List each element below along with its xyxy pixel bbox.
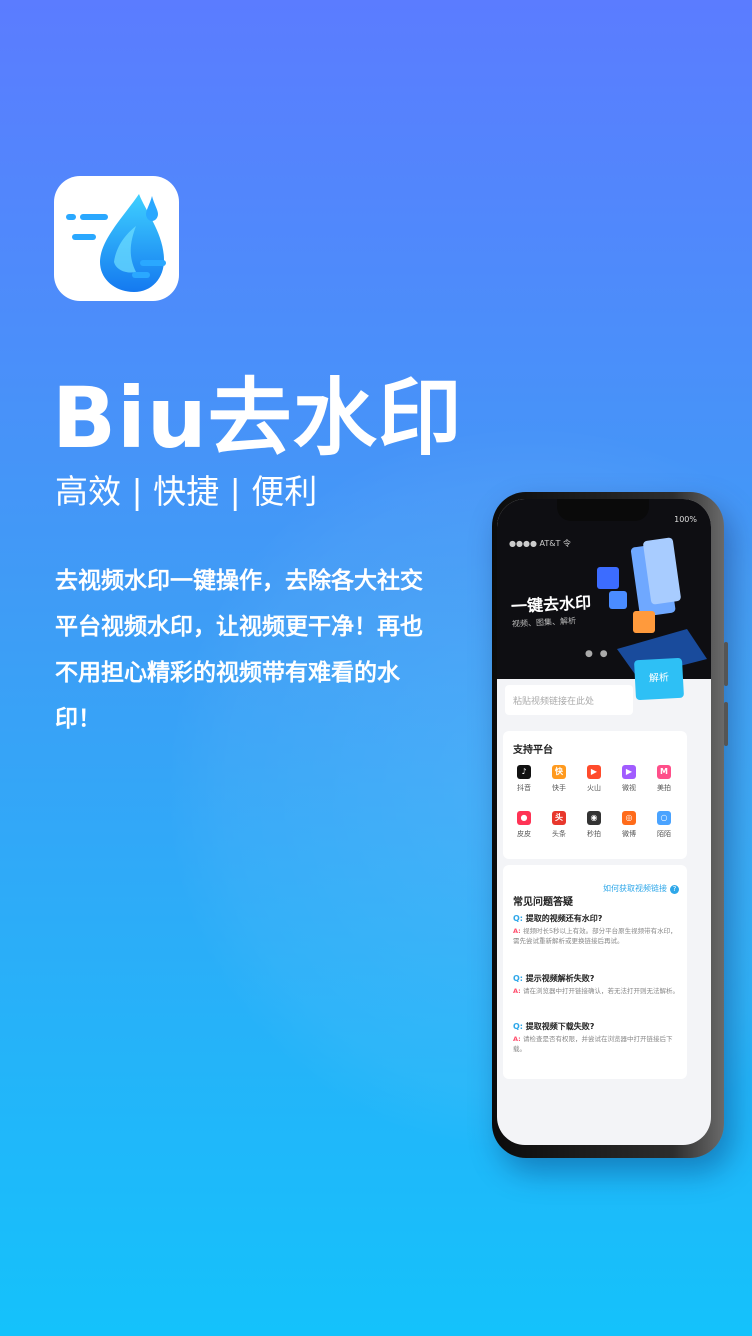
battery-status: 100%	[674, 515, 697, 524]
faq-title: 常见问题答疑	[513, 897, 573, 908]
faq-item[interactable]: Q: 提取的视频还有水印? A: 视频时长5秒以上有效。部分平台原生视频带有水印…	[513, 913, 681, 946]
phone-side-button	[724, 702, 728, 746]
phone-side-button	[724, 642, 728, 686]
miaopai-icon: ◉	[587, 811, 601, 825]
help-link[interactable]: 如何获取视频链接?	[603, 883, 679, 894]
status-bar: ●●●● AT&T 令 100%	[509, 515, 697, 549]
banner-title: 一键去水印	[510, 592, 592, 617]
pipi-icon: ●	[517, 811, 531, 825]
platform-label: 微视	[622, 784, 636, 792]
douyin-icon: ♪	[517, 765, 531, 779]
platform-item[interactable]: ▶ 火山	[577, 765, 611, 793]
platform-label: 陌陌	[657, 830, 671, 838]
faq-item[interactable]: Q: 提示视频解析失败? A: 请在浏览器中打开链接确认，若无法打开则无法解析。	[513, 973, 681, 996]
faq-answer: 视频时长5秒以上有效。部分平台原生视频带有水印，需先尝试重新解析或更换链接后再试…	[513, 927, 677, 945]
platforms-card: 支持平台 ♪ 抖音 快快手 ▶ 火山 ▶ 微视 M 美拍 ● 皮皮 头头条 ◉ 秒拍 ◎ 微博 ○ 陌陌	[503, 731, 687, 859]
help-link-label: 如何获取视频链接	[603, 884, 667, 893]
page: Biu去水印 高效 | 快捷 | 便利 去视频水印一键操作，去除各大社交平台视频…	[0, 0, 752, 1336]
platform-item[interactable]: ● 皮皮	[507, 811, 541, 839]
link-input-placeholder: 粘贴视频链接在此处	[513, 697, 595, 707]
parse-button[interactable]: 解析	[633, 657, 685, 701]
phone-screen: ●●●● AT&T 令 100% 一键去水印 视频、图集、解析 ● ● 粘贴视频…	[497, 499, 711, 1145]
platform-label: 微博	[622, 830, 636, 838]
weibo-icon: ◎	[622, 811, 636, 825]
platform-label: 快手	[552, 784, 566, 792]
kuaishou-icon: 快	[552, 765, 566, 779]
app-title: Biu去水印	[52, 369, 463, 467]
platform-label: 头条	[552, 830, 566, 838]
weishi-icon: ▶	[622, 765, 636, 779]
phone-mockup: ●●●● AT&T 令 100% 一键去水印 视频、图集、解析 ● ● 粘贴视频…	[492, 492, 728, 1158]
phone-notch	[557, 499, 649, 521]
carrier-status: ●●●● AT&T 令	[509, 539, 571, 548]
platforms-title: 支持平台	[513, 745, 553, 756]
banner: ●●●● AT&T 令 100% 一键去水印 视频、图集、解析 ● ●	[497, 499, 711, 679]
platform-item[interactable]: ♪ 抖音	[507, 765, 541, 793]
huoshan-icon: ▶	[587, 765, 601, 779]
platform-item[interactable]: M 美拍	[647, 765, 681, 793]
platform-item[interactable]: 头头条	[542, 811, 576, 839]
platform-item[interactable]: ◉ 秒拍	[577, 811, 611, 839]
platform-item[interactable]: 快快手	[542, 765, 576, 793]
momo-icon: ○	[657, 811, 671, 825]
faq-question: 提取视频下载失败?	[525, 1022, 595, 1031]
platform-label: 美拍	[657, 784, 671, 792]
faq-item[interactable]: Q: 提取视频下载失败? A: 请检查是否有权限，并尝试在浏览器中打开链接后下载…	[513, 1021, 681, 1054]
platform-label: 秒拍	[587, 830, 601, 838]
faq-answer: 请在浏览器中打开链接确认，若无法打开则无法解析。	[523, 987, 680, 995]
carousel-dots: ● ●	[585, 649, 610, 659]
faq-card: 如何获取视频链接? 常见问题答疑 Q: 提取的视频还有水印? A: 视频时长5秒…	[503, 865, 687, 1079]
toutiao-icon: 头	[552, 811, 566, 825]
faq-answer: 请检查是否有权限，并尝试在浏览器中打开链接后下载。	[513, 1035, 673, 1053]
app-logo-icon	[54, 176, 179, 301]
faq-question: 提取的视频还有水印?	[525, 914, 603, 923]
platform-item[interactable]: ◎ 微博	[612, 811, 646, 839]
description: 去视频水印一键操作，去除各大社交平台视频水印，让视频更干净！再也不用担心精彩的视…	[55, 568, 423, 732]
platform-item[interactable]: ○ 陌陌	[647, 811, 681, 839]
faq-question: 提示视频解析失败?	[525, 974, 595, 983]
help-icon: ?	[670, 885, 679, 894]
platform-label: 抖音	[517, 784, 531, 792]
platform-label: 皮皮	[517, 830, 531, 838]
platform-label: 火山	[587, 784, 601, 792]
link-input[interactable]: 粘贴视频链接在此处	[505, 685, 633, 715]
tagline: 高效 | 快捷 | 便利	[55, 472, 318, 511]
meipai-icon: M	[657, 765, 671, 779]
platform-item[interactable]: ▶ 微视	[612, 765, 646, 793]
